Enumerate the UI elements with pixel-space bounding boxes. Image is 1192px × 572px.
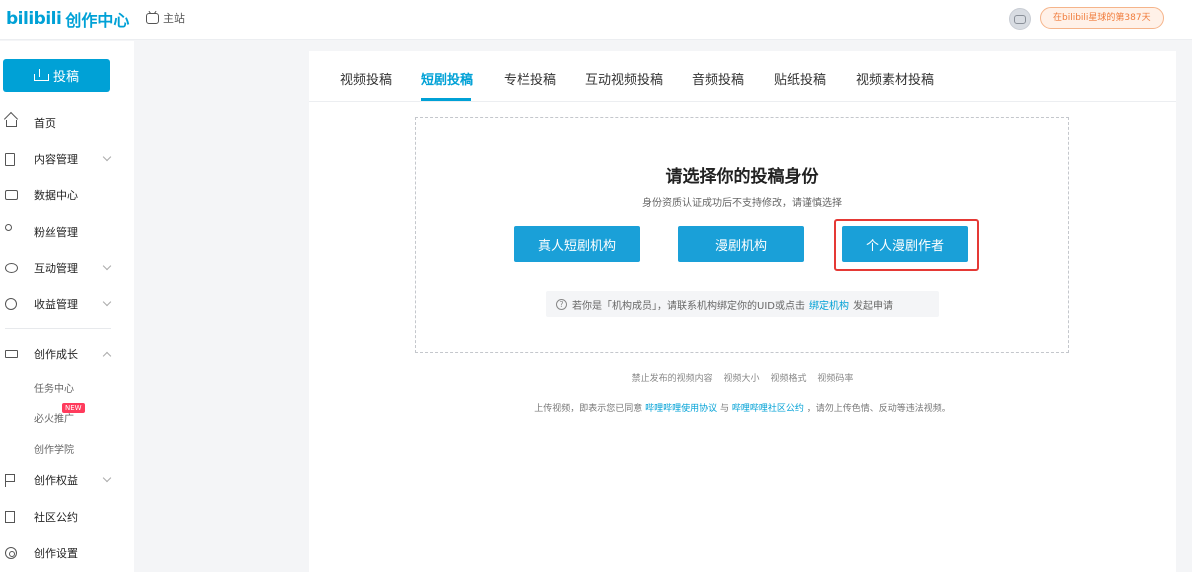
comic-drama-agency-button[interactable]: 漫剧机构 [678, 226, 804, 262]
sidebar-subitem-label: 必火推广 [34, 414, 74, 425]
main-site-link[interactable]: 主站 [146, 10, 185, 26]
upload-button[interactable]: 投稿 [3, 59, 110, 92]
upload-tabs: 视频投稿 短剧投稿 专栏投稿 互动视频投稿 音频投稿 贴纸投稿 视频素材投稿 [309, 51, 1176, 102]
document-icon [5, 152, 15, 166]
sidebar-item-fans[interactable]: 粉丝管理 [0, 221, 134, 243]
sidebar-subitem-tasks[interactable]: 任务中心 [34, 380, 74, 395]
sidebar: 投稿 首页 内容管理 数据中心 粉丝管理 互动管理 收益管理 创作成长 任务中心… [0, 41, 134, 572]
sidebar-item-label: 内容管理 [34, 153, 78, 166]
main-panel: 视频投稿 短剧投稿 专栏投稿 互动视频投稿 音频投稿 贴纸投稿 视频素材投稿 请… [309, 51, 1176, 572]
sidebar-item-data[interactable]: 数据中心 [0, 184, 134, 206]
identity-title: 请选择你的投稿身份 [665, 167, 819, 187]
logo-mark: bilibili [6, 9, 62, 29]
tab-sticker[interactable]: 贴纸投稿 [774, 69, 826, 88]
footer-link-format[interactable]: 视频格式 [770, 374, 806, 384]
bilibili-logo[interactable]: bilibili 创作中心 [6, 7, 129, 31]
coin-icon [5, 298, 17, 310]
identity-selection-box: 请选择你的投稿身份 身份资质认证成功后不支持修改，请谨慎选择 真人短剧机构 漫剧… [415, 117, 1069, 353]
sidebar-subitem-academy[interactable]: 创作学院 [34, 441, 74, 456]
tab-video-material[interactable]: 视频素材投稿 [856, 69, 934, 88]
tab-interactive-video[interactable]: 互动视频投稿 [585, 69, 663, 88]
agreement-mid: 与 [719, 404, 729, 414]
question-icon: ? [556, 298, 567, 310]
active-tab-indicator [421, 98, 471, 101]
upload-icon [33, 69, 49, 81]
community-convention-link[interactable]: 哔哩哔哩社区公约 [732, 404, 804, 414]
agreement-text: 上传视频，即表示您已同意 哔哩哔哩使用协议 与 哔哩哔哩社区公约 ，请勿上传色情… [309, 401, 1176, 414]
tab-audio[interactable]: 音频投稿 [692, 69, 744, 88]
book-icon [5, 511, 15, 523]
chevron-down-icon [102, 473, 112, 483]
new-badge: NEW [62, 403, 85, 413]
flag-icon [5, 473, 15, 487]
home-icon [6, 120, 17, 127]
chevron-down-icon [102, 297, 112, 307]
tab-short-drama[interactable]: 短剧投稿 [421, 69, 473, 88]
sidebar-divider [5, 328, 111, 329]
hint-suffix: 发起申请 [852, 300, 893, 312]
sidebar-item-growth[interactable]: 创作成长 [0, 343, 134, 365]
chevron-down-icon [102, 152, 112, 162]
sidebar-item-home[interactable]: 首页 [0, 112, 134, 134]
sidebar-item-label: 创作权益 [34, 474, 78, 487]
main-site-label: 主站 [163, 12, 185, 25]
footer-link-prohibited[interactable]: 禁止发布的视频内容 [632, 374, 713, 384]
top-bar: bilibili 创作中心 主站 在bilibili星球的第387天 [0, 0, 1192, 40]
sidebar-subitem-promotion[interactable]: 必火推广 NEW [34, 403, 85, 425]
footer-links: 禁止发布的视频内容 视频大小 视频格式 视频码率 [309, 371, 1176, 384]
sidebar-item-income[interactable]: 收益管理 [0, 293, 134, 315]
tab-video[interactable]: 视频投稿 [340, 69, 392, 88]
chat-icon [5, 263, 18, 273]
chart-icon [5, 190, 18, 200]
robot-face-icon [1014, 14, 1026, 24]
highlight-box [834, 219, 979, 271]
agreement-suffix: ，请勿上传色情、反动等违法视频。 [806, 404, 951, 414]
bind-agency-link[interactable]: 绑定机构 [809, 297, 849, 312]
tab-column[interactable]: 专栏投稿 [504, 69, 556, 88]
sidebar-item-label: 互动管理 [34, 262, 78, 275]
sidebar-item-interaction[interactable]: 互动管理 [0, 257, 134, 279]
hint-prefix: 若你是「机构成员」，请联系机构绑定你的UID或点击 [572, 300, 805, 312]
sidebar-item-label: 首页 [34, 117, 56, 130]
sidebar-item-label: 创作设置 [34, 547, 78, 560]
days-badge[interactable]: 在bilibili星球的第387天 [1040, 7, 1164, 29]
tv-icon [146, 12, 159, 24]
upload-button-label: 投稿 [52, 70, 79, 85]
chevron-down-icon [102, 261, 112, 271]
sidebar-item-rights[interactable]: 创作权益 [0, 469, 134, 491]
sidebar-item-convention[interactable]: 社区公约 [0, 506, 134, 528]
avatar[interactable] [1009, 8, 1031, 30]
real-drama-agency-button[interactable]: 真人短剧机构 [514, 226, 640, 262]
chevron-up-icon [102, 351, 112, 361]
logo-text: 创作中心 [65, 11, 130, 30]
footer-link-size[interactable]: 视频大小 [724, 374, 760, 384]
sidebar-item-label: 社区公约 [34, 511, 78, 524]
graduation-cap-icon [5, 350, 18, 358]
fans-icon [5, 224, 12, 231]
agency-member-hint: ? 若你是「机构成员」，请联系机构绑定你的UID或点击 绑定机构 发起申请 [546, 291, 939, 317]
identity-subtitle: 身份资质认证成功后不支持修改，请谨慎选择 [642, 198, 842, 209]
settings-icon [5, 547, 17, 559]
agreement-prefix: 上传视频，即表示您已同意 [534, 404, 643, 414]
sidebar-item-label: 粉丝管理 [34, 226, 78, 239]
sidebar-item-settings[interactable]: 创作设置 [0, 542, 134, 564]
sidebar-item-label: 数据中心 [34, 189, 78, 202]
sidebar-item-content[interactable]: 内容管理 [0, 148, 134, 170]
footer-link-bitrate[interactable]: 视频码率 [817, 374, 853, 384]
sidebar-item-label: 收益管理 [34, 298, 78, 311]
sidebar-item-label: 创作成长 [34, 348, 78, 361]
user-agreement-link[interactable]: 哔哩哔哩使用协议 [645, 404, 717, 414]
